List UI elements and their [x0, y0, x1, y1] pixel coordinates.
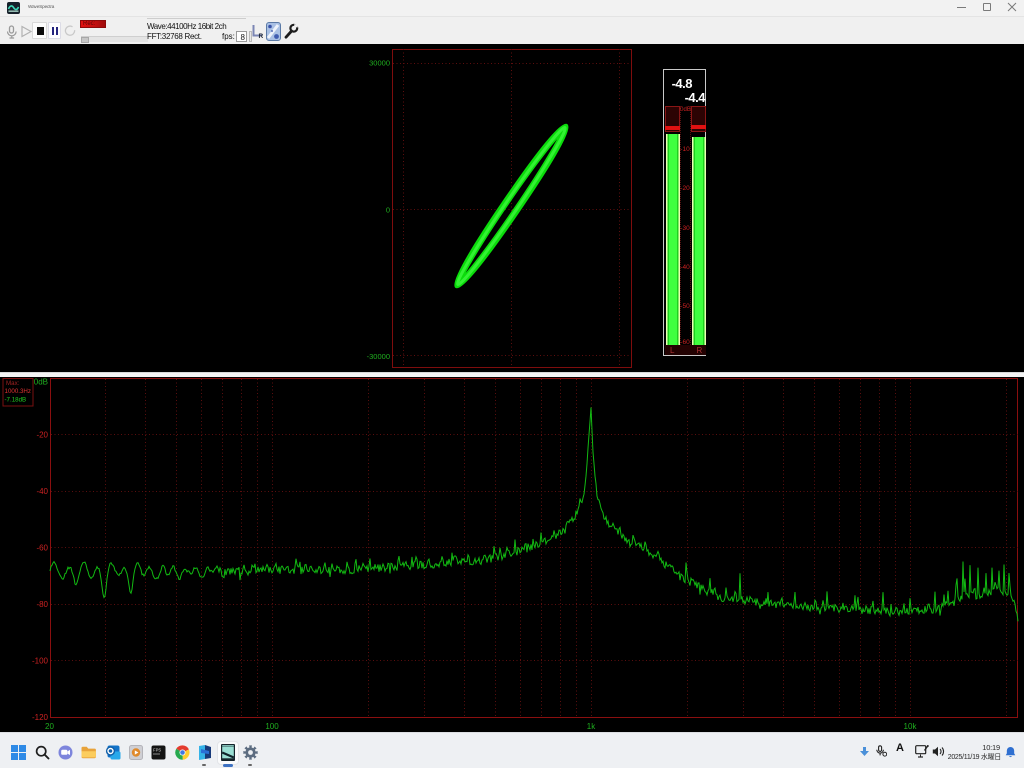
svg-text:20: 20	[45, 722, 54, 731]
svg-text:30000: 30000	[369, 59, 390, 68]
svg-text:Max:: Max:	[6, 380, 20, 387]
svg-text:-7.18dB: -7.18dB	[5, 397, 27, 404]
svg-text:0: 0	[386, 206, 390, 215]
svg-text:-20: -20	[36, 431, 48, 440]
svg-text:10k: 10k	[904, 722, 918, 731]
svg-text:-60: -60	[36, 544, 48, 553]
svg-text:-30000: -30000	[367, 352, 390, 361]
svg-text:1000.3Hz: 1000.3Hz	[5, 388, 32, 395]
svg-text:-80: -80	[36, 600, 48, 609]
svg-text:0dB: 0dB	[34, 378, 48, 387]
svg-text:-100: -100	[32, 657, 49, 666]
svg-text:R: R	[259, 33, 264, 39]
svg-text:FPS: FPS	[153, 748, 161, 754]
svg-text:100: 100	[265, 722, 279, 731]
svg-text:1k: 1k	[587, 722, 596, 731]
svg-text:-120: -120	[32, 713, 49, 722]
svg-text:-40: -40	[36, 487, 48, 496]
